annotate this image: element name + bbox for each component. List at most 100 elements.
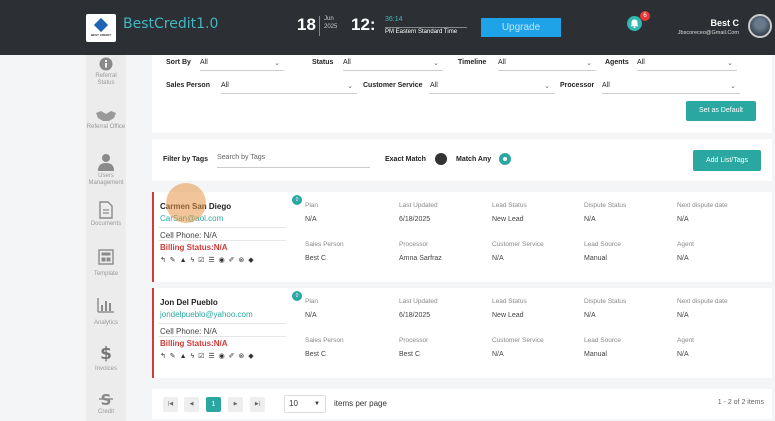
next-dispute-header: Next dispute date xyxy=(677,202,728,209)
top-header: BEST CREDIT BestCredit1.0 18 Jun 2025 12… xyxy=(0,0,775,55)
template-icon xyxy=(98,249,114,265)
processor-header: Processor xyxy=(399,241,429,248)
last-page-button[interactable]: ▶| xyxy=(250,397,265,412)
sort-by-select[interactable]: All ⌄ xyxy=(200,59,284,71)
lead-status-value: New Lead xyxy=(492,312,524,319)
sales-person-value: Best C xyxy=(305,255,327,262)
items-count: 1 - 2 of 2 items xyxy=(717,399,764,406)
date-month-year: Jun 2025 xyxy=(324,15,337,31)
chevron-down-icon: ⌄ xyxy=(727,60,733,67)
status-value: All xyxy=(343,59,351,66)
sidebar-item-credit[interactable]: S Credit xyxy=(86,391,126,416)
page-size-select[interactable]: 10 ▼ xyxy=(284,395,326,413)
record-action-icons[interactable]: ↰ ✎ ▲ ϟ ☑ ☰ ◉ ✐ ⊗ ◆ xyxy=(160,352,255,360)
record-divider xyxy=(158,227,286,228)
record-action-icons[interactable]: ↰ ✎ ▲ ϟ ☑ ☰ ◉ ✐ ⊗ ◆ xyxy=(160,256,255,264)
user-name[interactable]: Best C xyxy=(710,18,739,28)
sort-by-value: All xyxy=(200,59,208,66)
svg-text:$: $ xyxy=(100,344,112,362)
client-email[interactable]: CarSan@aol.com xyxy=(160,214,223,223)
exact-match-label: Exact Match xyxy=(385,156,426,163)
strike-s-icon: S xyxy=(99,391,113,407)
sidebar-item-referral-office[interactable]: Referral Office xyxy=(86,110,126,131)
sidebar-label-users-management: Users Management xyxy=(88,173,124,186)
lead-source-value: Manual xyxy=(584,351,607,358)
time-ampm: PM xyxy=(385,29,394,35)
user-email: Jbscoreceo@Gmail.Com xyxy=(677,30,739,36)
avatar[interactable] xyxy=(748,14,772,38)
agents-select[interactable]: All ⌄ xyxy=(637,59,737,71)
client-record-card[interactable]: 0 Carmen San Diego CarSan@aol.com Cell P… xyxy=(152,192,772,282)
page-1-button[interactable]: 1 xyxy=(206,397,221,412)
date-day: 18 xyxy=(297,15,316,34)
processor-label: Processor xyxy=(560,82,595,89)
sidebar-item-documents[interactable]: Documents xyxy=(86,201,126,228)
lead-source-header: Lead Source xyxy=(584,337,621,344)
sales-person-value: All xyxy=(221,82,229,89)
tags-search-input[interactable]: Search by Tags xyxy=(217,154,370,168)
add-list-tags-button[interactable]: Add List/Tags xyxy=(693,150,761,171)
client-name[interactable]: Jon Del Pueblo xyxy=(160,298,218,307)
record-count-badge: 0 xyxy=(292,291,302,301)
record-count-badge: 0 xyxy=(292,195,302,205)
customer-service-select[interactable]: All ⌄ xyxy=(430,82,554,94)
first-page-button[interactable]: |◀ xyxy=(163,397,178,412)
sidebar-label-invoices: Invoices xyxy=(94,366,117,372)
sidebar-label-referral-office: Referral Office xyxy=(86,124,126,130)
date-divider xyxy=(319,16,320,36)
sales-person-value: Best C xyxy=(305,351,327,358)
status-select[interactable]: All ⌄ xyxy=(343,59,443,71)
plan-value: N/A xyxy=(305,312,317,319)
last-updated-header: Last Updated xyxy=(399,202,438,209)
set-as-default-button[interactable]: Set as Default xyxy=(686,101,756,121)
exact-match-radio[interactable] xyxy=(435,153,447,165)
agent-header: Agent xyxy=(677,337,694,344)
processor-value: Amna Sarfraz xyxy=(399,255,442,262)
date-month: Jun xyxy=(324,16,334,22)
lead-status-value: New Lead xyxy=(492,216,524,223)
record-divider xyxy=(158,240,286,241)
customer-service-value: All xyxy=(430,82,438,89)
lead-source-value: Manual xyxy=(584,255,607,262)
sidebar-item-analytics[interactable]: Analytics xyxy=(86,297,126,327)
client-name[interactable]: Carmen San Diego xyxy=(160,202,231,211)
sidebar-item-invoices[interactable]: $ Invoices xyxy=(86,344,126,373)
brand-name: BestCredit1.0 xyxy=(123,16,219,32)
bar-chart-icon xyxy=(97,298,114,313)
brand-logo[interactable]: BEST CREDIT xyxy=(86,14,116,42)
logo-text: BEST CREDIT xyxy=(90,32,111,37)
notification-badge: 6 xyxy=(640,11,650,21)
client-phone: Cell Phone: N/A xyxy=(160,327,217,336)
next-dispute-value: N/A xyxy=(677,312,689,319)
sales-person-header: Sales Person xyxy=(305,337,344,344)
handshake-icon xyxy=(96,111,116,121)
client-record-card[interactable]: 0 Jon Del Pueblo jondelpueblo@yahoo.com … xyxy=(152,288,772,378)
timeline-select[interactable]: All ⌄ xyxy=(498,59,596,71)
upgrade-button[interactable]: Upgrade xyxy=(481,18,561,37)
sort-by-label: Sort By xyxy=(166,59,191,66)
prev-page-button[interactable]: ◀ xyxy=(184,397,199,412)
agent-header: Agent xyxy=(677,241,694,248)
sidebar-item-users-management[interactable]: Users Management xyxy=(86,153,126,187)
customer-service-value: N/A xyxy=(492,255,504,262)
last-updated-value: 6/18/2025 xyxy=(399,216,431,223)
sales-person-select[interactable]: All ⌄ xyxy=(221,82,357,94)
next-page-button[interactable]: ▶ xyxy=(228,397,243,412)
record-divider xyxy=(158,336,286,337)
match-any-radio[interactable] xyxy=(499,153,511,165)
customer-service-label: Customer Service xyxy=(363,82,423,89)
lead-source-header: Lead Source xyxy=(584,241,621,248)
sidebar-item-template[interactable]: Template xyxy=(86,249,126,278)
agent-value: N/A xyxy=(677,255,689,262)
page-size-value: 10 xyxy=(289,399,298,408)
time-hour: 12: xyxy=(351,15,376,34)
next-dispute-value: N/A xyxy=(677,216,689,223)
user-icon xyxy=(98,154,114,171)
client-email[interactable]: jondelpueblo@yahoo.com xyxy=(160,310,253,319)
sidebar-item-referral-status[interactable]: Referral Status xyxy=(86,57,126,87)
billing-status: Billing Status:N/A xyxy=(160,339,228,348)
processor-select[interactable]: All ⌄ xyxy=(602,82,740,94)
match-any-radio-dot xyxy=(503,157,507,161)
agents-value: All xyxy=(637,59,645,66)
billing-status: Billing Status:N/A xyxy=(160,243,228,252)
